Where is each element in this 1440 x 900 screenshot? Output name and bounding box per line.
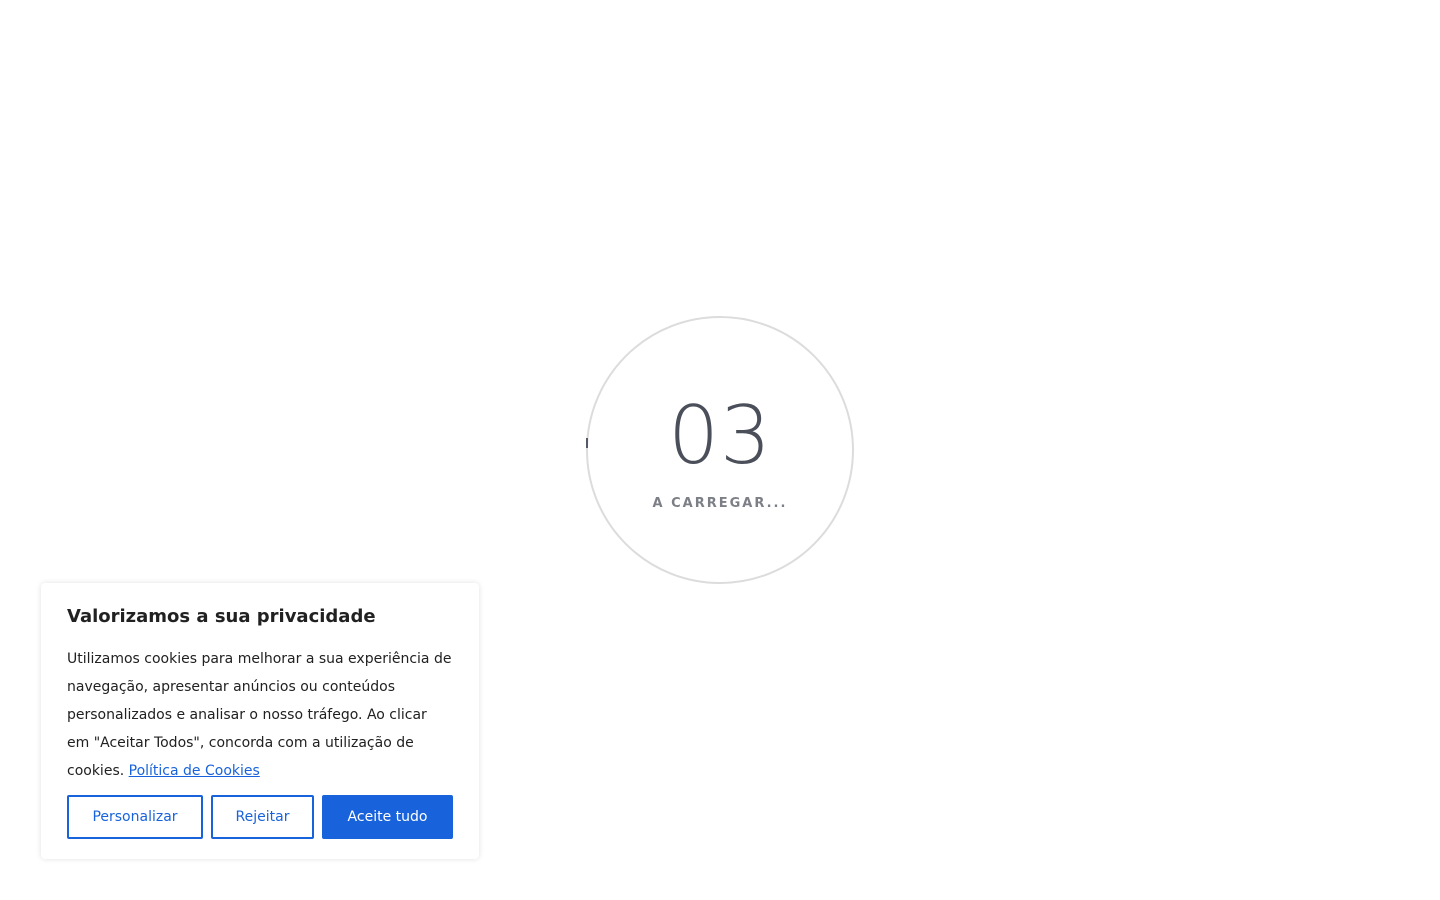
cookie-banner-text: Utilizamos cookies para melhorar a sua e… — [67, 651, 452, 779]
accept-all-button[interactable]: Aceite tudo — [322, 795, 453, 839]
loading-label: A CARREGAR... — [652, 496, 788, 511]
customize-button[interactable]: Personalizar — [67, 795, 203, 839]
reject-button[interactable]: Rejeitar — [211, 795, 314, 839]
cookie-banner-title: Valorizamos a sua privacidade — [67, 606, 376, 627]
page: 03 A CARREGAR... Valorizamos a sua priva… — [0, 0, 1440, 900]
cookie-policy-link[interactable]: Política de Cookies — [129, 763, 260, 779]
cookie-banner-description: Utilizamos cookies para melhorar a sua e… — [67, 645, 453, 785]
loading-ring: 03 A CARREGAR... — [586, 316, 854, 584]
cookie-banner-actions: Personalizar Rejeitar Aceite tudo — [67, 795, 453, 839]
cookie-consent-banner: Valorizamos a sua privacidade Utilizamos… — [41, 583, 479, 859]
loading-percentage: 03 — [668, 389, 772, 482]
